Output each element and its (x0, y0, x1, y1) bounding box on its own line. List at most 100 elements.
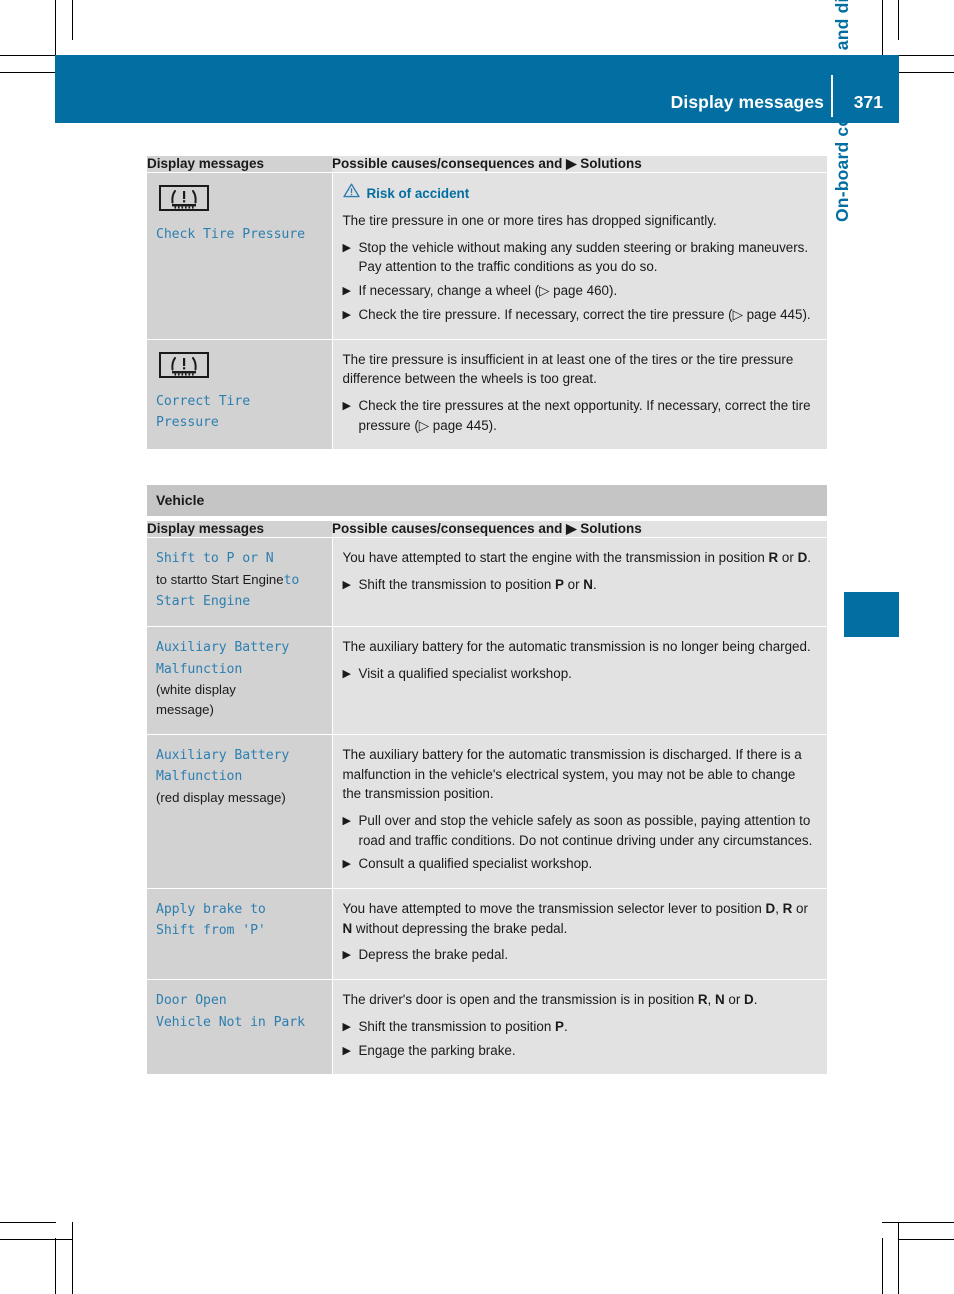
cell-message: Check Tire Pressure (147, 172, 332, 340)
display-message-text: Door Open (156, 993, 227, 1009)
cause-text: You have attempted to move the transmiss… (343, 899, 816, 938)
cause-sep: , (775, 901, 783, 917)
display-message-text: Vehicle Not in Park (156, 1014, 305, 1030)
step-marker-icon: ▶ (342, 814, 351, 827)
table-row: Shift to P or N to startto Start Enginet… (147, 537, 827, 627)
display-message-variant: to startto Start Engineto Start Engine (156, 570, 322, 613)
solution-step: ▶ Visit a qualified specialist workshop. (343, 664, 816, 684)
gear-position: R (697, 992, 708, 1008)
crop-mark-top-left-inner (55, 0, 56, 56)
chapter-thumb-tab-marker (844, 592, 899, 637)
page-header-bar: Display messages 371 (55, 55, 899, 123)
gear-position: P (555, 1018, 564, 1034)
gear-position: N (583, 577, 593, 593)
solution-step-text: Engage the parking brake. (358, 1042, 516, 1058)
column-header-display-messages: Display messages (147, 521, 332, 538)
solution-step: ▶ Depress the brake pedal. (343, 945, 816, 965)
variant-part-a: to start (156, 571, 197, 587)
step-part-post: . (592, 577, 597, 593)
step-part-pre: Shift the transmission to position (358, 577, 555, 593)
display-message-text: Check Tire Pressure (156, 227, 305, 242)
table-row: Door Open Vehicle Not in Park The driver… (147, 979, 827, 1075)
crop-mark-top-left-outer (72, 0, 73, 40)
cell-causes-solutions: The auxiliary battery for the automatic … (331, 626, 827, 735)
table-gap (147, 449, 827, 485)
cause-part-pre: You have attempted to start the engine w… (342, 550, 769, 566)
cause-sep: , (707, 992, 715, 1008)
cell-causes-solutions: The auxiliary battery for the automatic … (331, 733, 827, 889)
cell-causes-solutions: The tire pressure is insufficient in at … (331, 338, 827, 450)
cause-text: The tire pressure is insufficient in at … (342, 351, 794, 387)
step-marker-icon: ▶ (342, 949, 351, 962)
cause-part-mid: or (724, 992, 745, 1008)
cause-part-mid: or (792, 901, 808, 917)
crop-mark-bottom-right-inner (898, 1222, 899, 1294)
solution-step-text: Visit a qualified specialist workshop. (358, 666, 572, 682)
display-message-text: Shift from 'P' (156, 923, 266, 939)
cell-causes-solutions: The driver's door is open and the transm… (331, 979, 827, 1075)
crop-mark-left-bottom-upper (0, 1222, 56, 1223)
gear-position: D (797, 550, 808, 566)
solution-step: ▶ Shift the transmission to position P or… (343, 575, 816, 595)
column-header-display-messages: Display messages (147, 156, 332, 173)
cause-part-pre: The driver's door is open and the transm… (342, 992, 698, 1008)
step-marker-icon: ▶ (342, 1044, 351, 1057)
crop-mark-right-bottom-upper (882, 1222, 954, 1223)
cell-message: Correct Tire Pressure (147, 338, 332, 450)
cause-text: The auxiliary battery for the automatic … (342, 639, 811, 655)
cause-part-post: . (807, 550, 811, 566)
crop-mark-left-top-upper (0, 55, 56, 56)
section-band-vehicle: Vehicle (147, 485, 827, 517)
solution-step-text: Consult a qualified specialist workshop. (358, 856, 593, 872)
display-message-text: Auxiliary Battery (156, 640, 290, 656)
solution-step: ▶ Engage the parking brake. (343, 1041, 816, 1061)
solution-step: ▶ If necessary, change a wheel (▷ page 4… (343, 281, 816, 301)
crop-mark-bottom-left-outer (72, 1222, 73, 1294)
display-message-text: Auxiliary Battery (156, 747, 290, 763)
display-message-note: (white display (156, 682, 236, 698)
table-row: Check Tire Pressure Risk of accident The… (147, 172, 827, 340)
column-header-causes-solutions: Possible causes/consequences and ▶ Solut… (332, 156, 827, 173)
cell-message: Door Open Vehicle Not in Park (147, 979, 332, 1075)
step-marker-icon: ▶ (342, 858, 351, 871)
cause-text: The tire pressure in one or more tires h… (342, 213, 717, 228)
crop-mark-top-right-inner (898, 0, 899, 40)
cell-message: Auxiliary Battery Malfunction (white dis… (147, 626, 332, 735)
solution-step-text: Pull over and stop the vehicle safely as… (358, 812, 813, 848)
crop-mark-right-top-upper (899, 55, 954, 56)
gear-position: N (342, 920, 353, 936)
display-messages-table-tires: Display messages Possible causes/consequ… (147, 156, 827, 450)
crop-mark-left-top-lower (0, 72, 56, 73)
table-row: Auxiliary Battery Malfunction (white dis… (147, 626, 827, 735)
step-part-mid: or (563, 577, 584, 593)
crop-mark-bottom-right-outer (882, 1238, 883, 1294)
display-message-text: Apply brake to (156, 902, 266, 918)
display-message-text: Shift to P or N (156, 551, 274, 567)
step-part-post: . (563, 1018, 568, 1034)
cause-part-post: . (753, 992, 758, 1008)
table-row: Correct Tire Pressure The tire pressure … (147, 338, 827, 450)
table-header-row: Display messages Possible causes/consequ… (147, 156, 827, 173)
display-message-text: Malfunction (156, 661, 243, 677)
cause-text: The auxiliary battery for the automatic … (342, 746, 802, 802)
solution-step: ▶ Consult a qualified specialist worksho… (343, 854, 816, 874)
tire-pressure-warning-icon (159, 185, 322, 216)
display-messages-table-vehicle: Display messages Possible causes/consequ… (147, 521, 827, 1075)
cell-message: Shift to P or N to startto Start Enginet… (147, 537, 332, 627)
solution-step: ▶ Stop the vehicle without making any su… (343, 238, 816, 277)
crop-mark-bottom-left-inner (55, 1238, 56, 1294)
warning-triangle-icon (342, 183, 360, 203)
solution-step: ▶ Check the tire pressure. If necessary,… (343, 305, 816, 325)
solution-step: ▶ Shift the transmission to position P. (343, 1017, 816, 1037)
table-row: Auxiliary Battery Malfunction (red displ… (147, 733, 827, 889)
gear-position: N (714, 992, 725, 1008)
display-message-note: (red display message) (156, 789, 286, 805)
solution-step: ▶ Pull over and stop the vehicle safely … (343, 811, 816, 850)
tire-pressure-warning-icon (159, 351, 322, 383)
step-marker-icon: ▶ (342, 1020, 351, 1033)
table-row: Apply brake to Shift from 'P' You have a… (147, 888, 827, 980)
step-marker-icon: ▶ (342, 241, 351, 254)
variant-part-b: to Start Engine (196, 571, 284, 587)
page-title: Display messages (670, 92, 824, 112)
table-header-row: Display messages Possible causes/consequ… (147, 521, 827, 538)
